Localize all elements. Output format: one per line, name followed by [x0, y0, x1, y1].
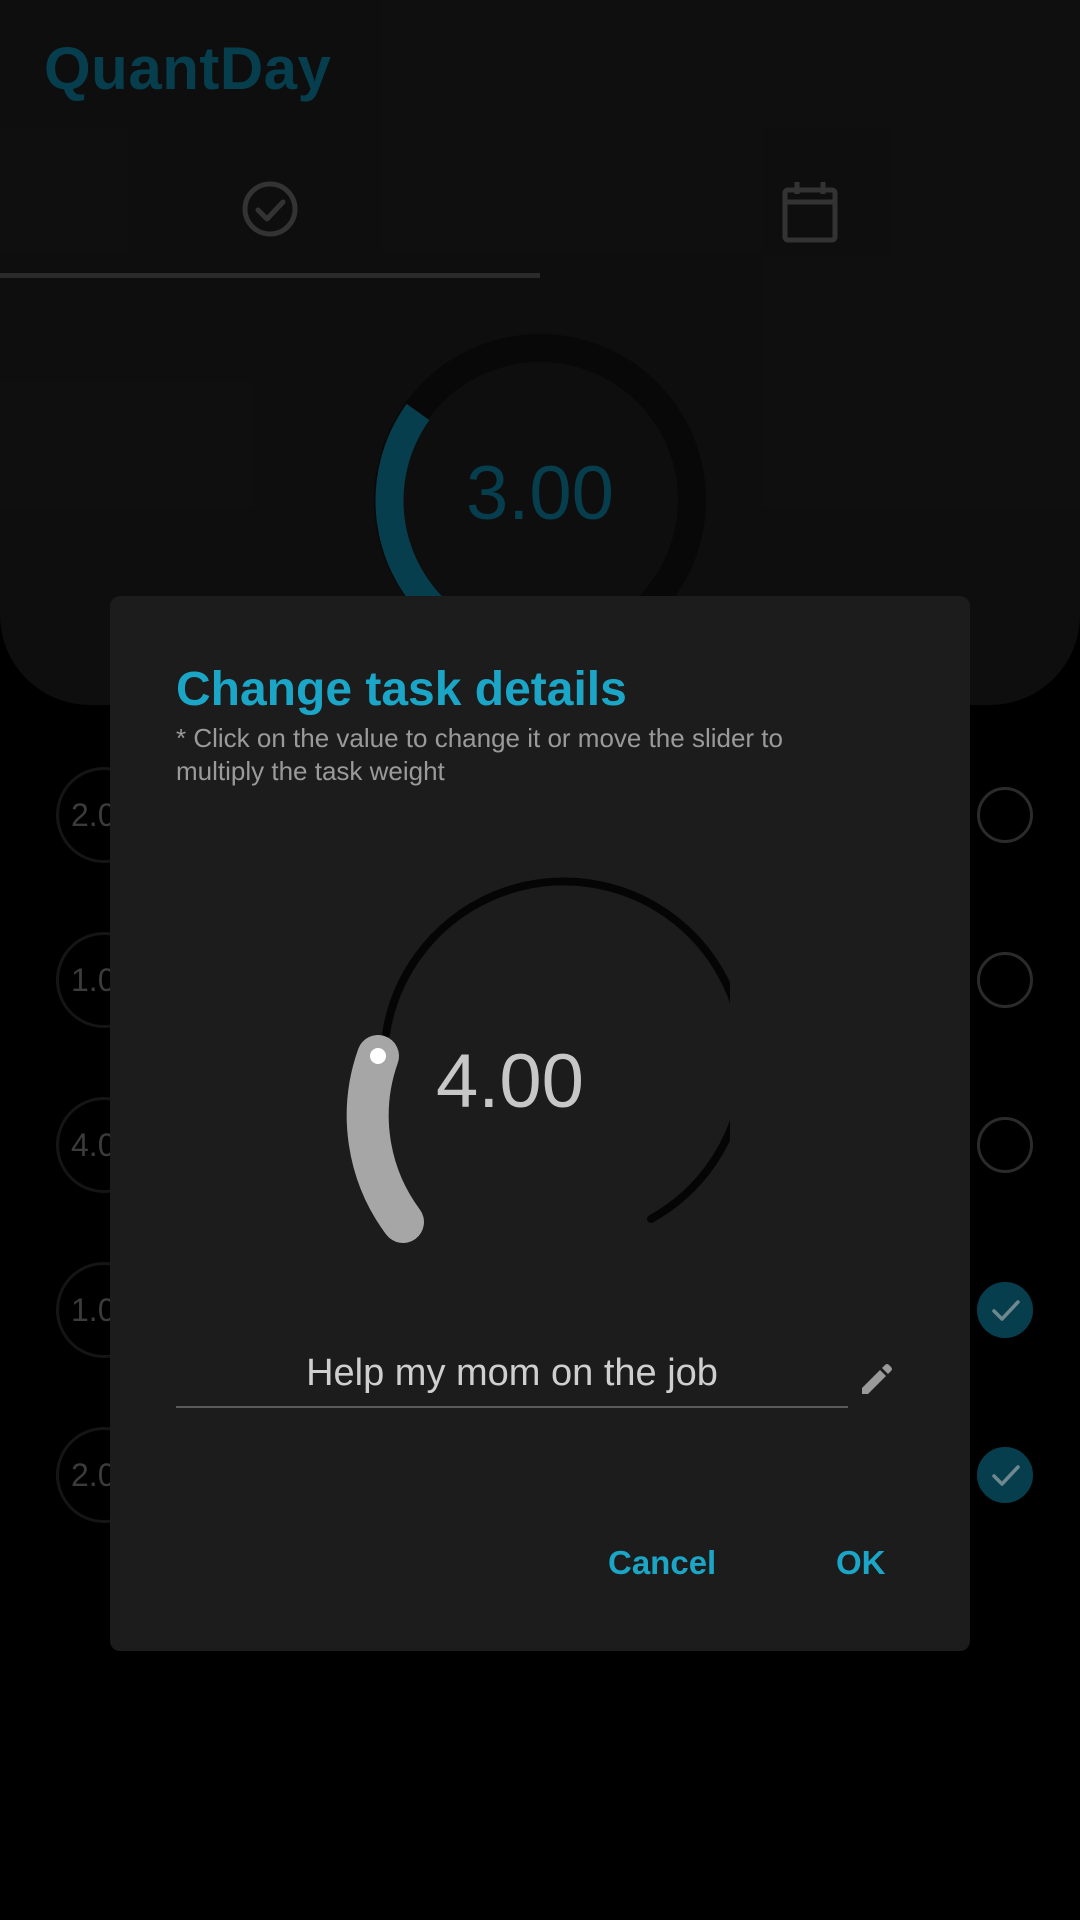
pencil-icon[interactable] [858, 1362, 894, 1398]
ok-button[interactable]: OK [826, 1538, 896, 1588]
change-task-dialog: Change task details * Click on the value… [110, 596, 970, 1651]
task-name-field[interactable]: Help my mom on the job [176, 1348, 848, 1408]
dial-value[interactable]: 4.00 [290, 1038, 730, 1125]
cancel-button[interactable]: Cancel [598, 1538, 726, 1588]
dialog-hint: * Click on the value to change it or mov… [176, 723, 783, 786]
dialog-title: Change task details [176, 663, 627, 716]
